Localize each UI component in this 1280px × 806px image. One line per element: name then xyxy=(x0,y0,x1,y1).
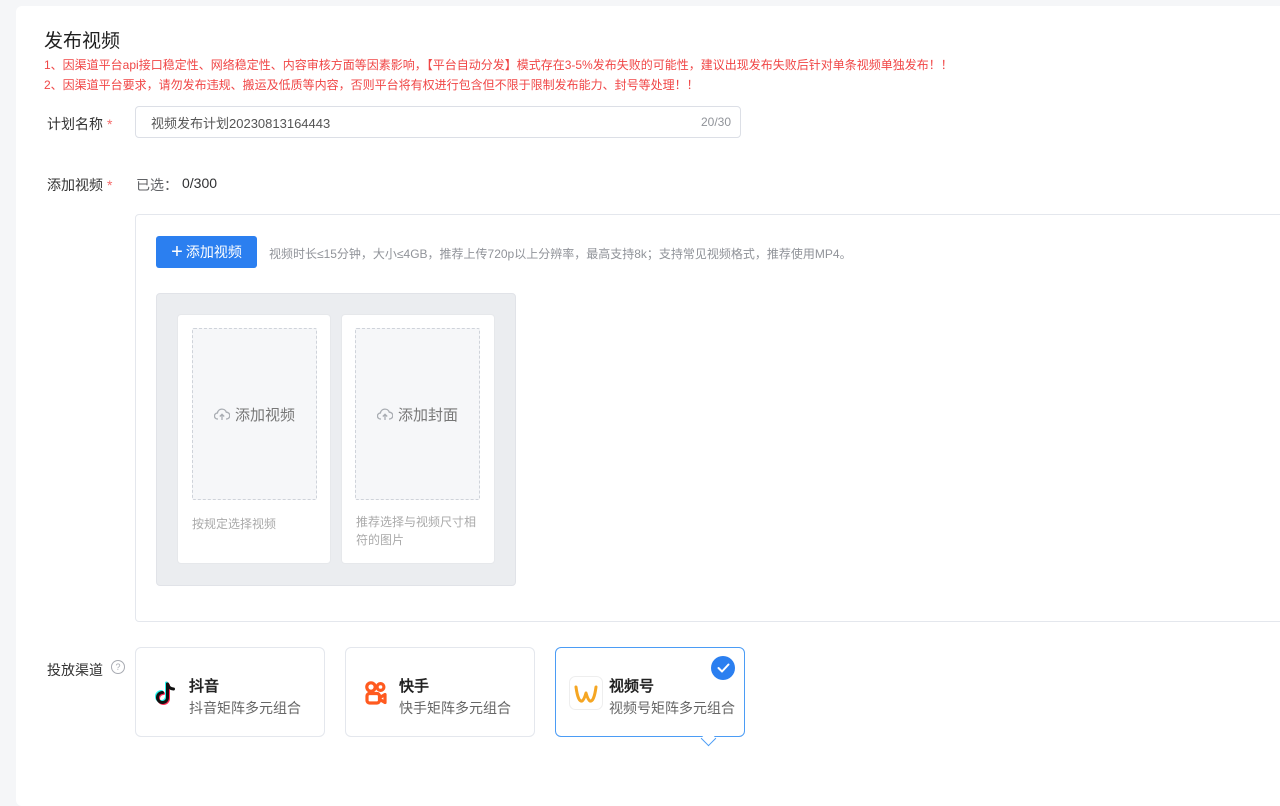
channel-card-shipinhao[interactable]: 视频号 视频号矩阵多元组合 xyxy=(555,647,745,737)
channel-name: 视频号 xyxy=(609,678,655,695)
selected-prefix: 已选： xyxy=(136,177,178,193)
channel-card-kuaishou[interactable]: 快手 快手矩阵多元组合 xyxy=(345,647,535,737)
upload-tip: 视频时长≤15分钟，大小≤4GB，推荐上传720p以上分辨率，最高支持8k；支持… xyxy=(269,247,852,261)
plan-name-label: 计划名称 * xyxy=(47,116,113,132)
cover-dropzone[interactable]: 添加封面 xyxy=(355,328,480,500)
selected-count: 0/300 xyxy=(182,175,218,191)
douyin-icon xyxy=(155,681,175,705)
video-slot-hint: 按规定选择视频 xyxy=(192,517,277,531)
notice-line-2: 2、因渠道平台要求，请勿发布违规、搬运及低质等内容，否则平台将有权进行包含但不限… xyxy=(44,78,699,92)
cover-slot-hint: 推荐选择与视频尺寸相符的图片 xyxy=(356,515,477,547)
add-video-label: 添加视频 * xyxy=(47,177,113,193)
channel-desc: 视频号矩阵多元组合 xyxy=(609,700,735,716)
channel-card-douyin[interactable]: 抖音 抖音矩阵多元组合 xyxy=(135,647,325,737)
required-mark: * xyxy=(107,177,113,193)
selected-check-icon xyxy=(711,656,735,680)
channel-name: 快手 xyxy=(399,678,430,695)
channel-desc: 抖音矩阵多元组合 xyxy=(189,700,301,716)
add-video-button-label: 添加视频 xyxy=(185,244,242,260)
plan-name-input[interactable] xyxy=(136,107,671,137)
plus-icon: + xyxy=(171,241,183,263)
cover-dropzone-label: 添加封面 xyxy=(397,406,458,424)
kuaishou-icon xyxy=(365,681,387,705)
page-title: 发布视频 xyxy=(44,31,121,52)
video-dropzone[interactable]: 添加视频 xyxy=(192,328,317,500)
question-help-icon[interactable]: ? xyxy=(111,660,125,674)
channel-name: 抖音 xyxy=(189,678,220,695)
plan-name-counter: 20/30 xyxy=(700,115,731,129)
channels-label: 投放渠道 xyxy=(47,662,103,678)
channel-desc: 快手矩阵多元组合 xyxy=(399,700,511,716)
shipinhao-icon xyxy=(569,676,603,710)
required-mark: * xyxy=(107,116,113,132)
plan-name-field[interactable]: 20/30 xyxy=(135,106,741,138)
add-video-button[interactable]: + 添加视频 xyxy=(156,236,257,268)
cloud-upload-icon xyxy=(376,407,393,420)
notice-line-1: 1、因渠道平台api接口稳定性、网络稳定性、内容审核方面等因素影响，【平台自动分… xyxy=(44,58,953,72)
cloud-upload-icon xyxy=(213,407,230,420)
video-dropzone-label: 添加视频 xyxy=(234,406,295,424)
